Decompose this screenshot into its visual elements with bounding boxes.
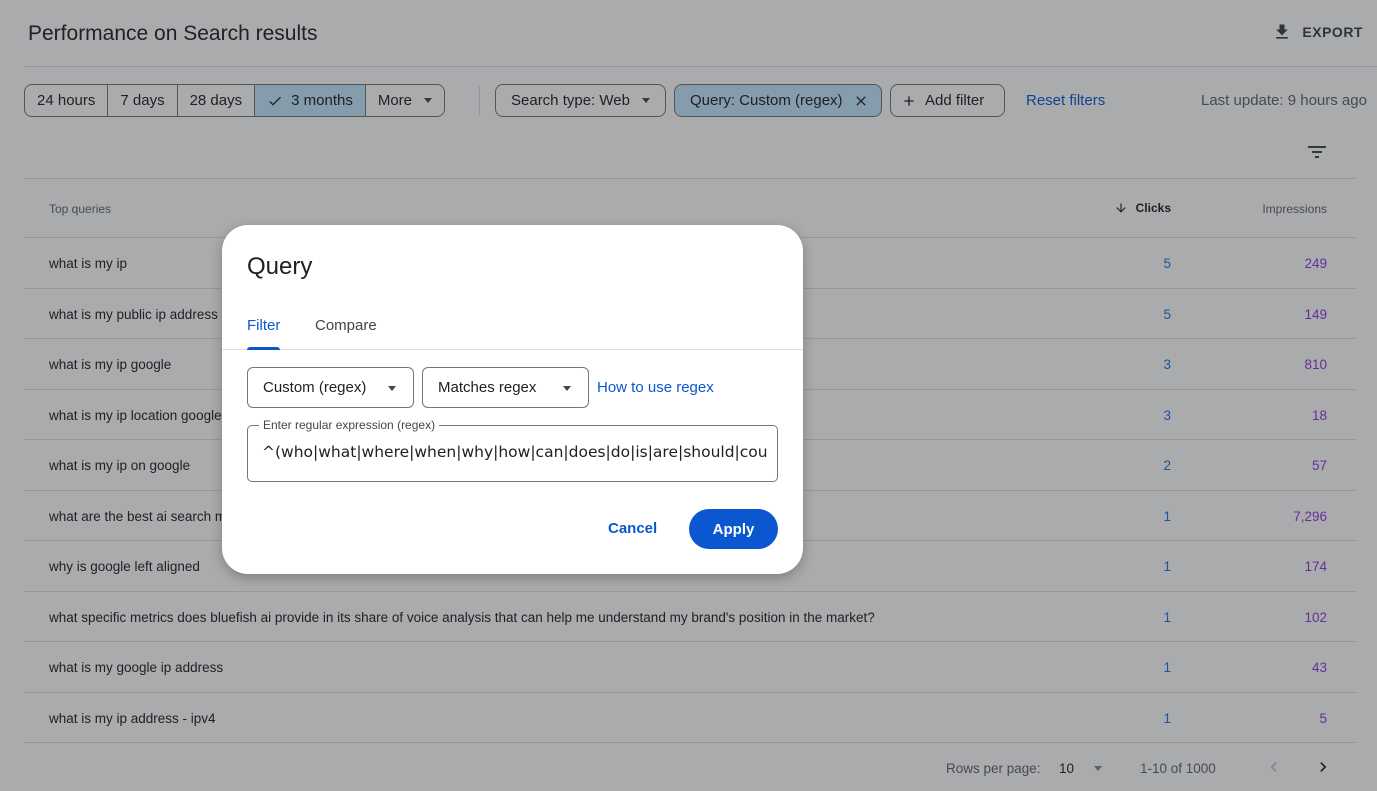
filter-type-select[interactable]: Custom (regex) [247,367,414,408]
chevron-down-icon [388,386,396,391]
regex-input[interactable]: ^(who|what|where|when|why|how|can|does|d… [262,443,769,461]
cancel-button[interactable]: Cancel [608,520,657,537]
tab-filter[interactable]: Filter [247,317,280,334]
match-type-select[interactable]: Matches regex [422,367,589,408]
regex-help-link[interactable]: How to use regex [597,379,714,396]
tab-compare[interactable]: Compare [315,317,377,334]
search-console-page: Performance on Search results EXPORT 24 … [0,0,1377,791]
regex-field[interactable]: Enter regular expression (regex) ^(who|w… [247,418,778,482]
query-filter-dialog: Query Filter Compare Custom (regex) Matc… [222,225,803,574]
chevron-down-icon [563,386,571,391]
dialog-title: Query [247,253,313,280]
apply-button[interactable]: Apply [689,509,778,549]
active-tab-indicator [247,347,280,350]
dialog-tabs: Filter Compare [222,311,803,350]
regex-field-label: Enter regular expression (regex) [259,418,440,432]
